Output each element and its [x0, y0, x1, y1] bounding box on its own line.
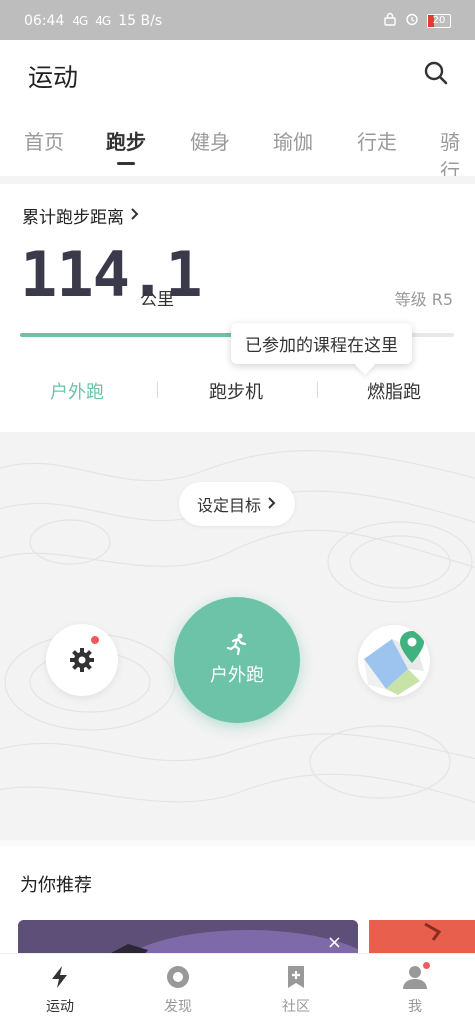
mode-treadmill[interactable]: 跑步机 [209, 378, 263, 404]
mode-outdoor[interactable]: 户外跑 [50, 378, 104, 404]
person-icon [402, 962, 430, 990]
nav-discover[interactable]: 发现 [138, 964, 218, 1016]
alarm-icon [405, 12, 419, 30]
tab-walking[interactable]: 行走 [357, 126, 397, 155]
total-distance-label: 累计跑步距离 [22, 208, 124, 228]
lock-icon [383, 12, 397, 30]
running-person-icon [225, 633, 249, 659]
total-distance-link[interactable]: 累计跑步距离 [22, 203, 140, 228]
category-tabs: 首页 跑步 健身 瑜伽 行走 骑行 [0, 114, 475, 183]
lightning-icon [47, 964, 73, 990]
signal-icon: 4G [72, 14, 88, 28]
nav-community-label: 社区 [282, 999, 310, 1015]
app-bar: 运动 [0, 40, 475, 108]
notification-dot [423, 962, 430, 969]
signal-icon: 4G [95, 14, 111, 28]
battery-icon: 20 [427, 14, 451, 28]
start-run-label: 户外跑 [210, 665, 264, 686]
chevron-right-icon [267, 495, 277, 514]
gear-icon [69, 647, 95, 677]
recommend-title: 为你推荐 [20, 875, 92, 896]
tab-running[interactable]: 跑步 [106, 126, 146, 155]
tab-fitness[interactable]: 健身 [190, 126, 230, 155]
network-speed: 15 B/s [118, 13, 163, 29]
set-goal-button[interactable]: 设定目标 [179, 482, 296, 526]
map-button[interactable] [358, 625, 430, 697]
divider [0, 176, 475, 184]
nav-sport[interactable]: 运动 [20, 964, 100, 1016]
bottom-nav: 运动 发现 社区 我 [0, 953, 475, 1030]
settings-button[interactable] [46, 624, 118, 696]
divider [317, 382, 318, 398]
nav-me[interactable]: 我 [375, 962, 455, 1016]
tab-indicator [117, 162, 135, 165]
mode-fatburn[interactable]: 燃脂跑 [367, 378, 421, 404]
notification-dot [91, 636, 99, 644]
nav-community[interactable]: 社区 [256, 964, 336, 1016]
tab-home[interactable]: 首页 [24, 126, 64, 155]
nav-me-label: 我 [408, 999, 422, 1015]
nav-discover-label: 发现 [164, 999, 192, 1015]
start-run-button[interactable]: 户外跑 [174, 597, 300, 723]
discover-icon [165, 964, 191, 990]
divider [0, 840, 475, 846]
distance-unit: 公里 [140, 290, 174, 310]
status-time: 06:44 [24, 13, 65, 29]
level-progress-fill [20, 333, 251, 337]
bookmark-plus-icon [283, 964, 309, 990]
nav-sport-label: 运动 [46, 999, 74, 1015]
close-icon[interactable]: × [327, 932, 342, 953]
search-icon[interactable] [423, 60, 449, 86]
total-distance-value: 114.1 [20, 238, 203, 311]
run-panel: 设定目标 户外跑 [0, 432, 475, 840]
level-label: 等级 R5 [394, 290, 453, 309]
set-goal-label: 设定目标 [197, 496, 262, 515]
map-pin-icon [364, 631, 424, 695]
courses-tooltip[interactable]: 已参加的课程在这里 [231, 323, 412, 364]
divider [157, 382, 158, 398]
run-mode-tabs: 户外跑 跑步机 燃脂跑 [0, 370, 475, 410]
status-bar: 06:44 4G 4G 15 B/s 20 [0, 0, 475, 40]
page-title: 运动 [28, 63, 79, 92]
tab-yoga[interactable]: 瑜伽 [273, 126, 313, 155]
chevron-right-icon [130, 206, 140, 226]
